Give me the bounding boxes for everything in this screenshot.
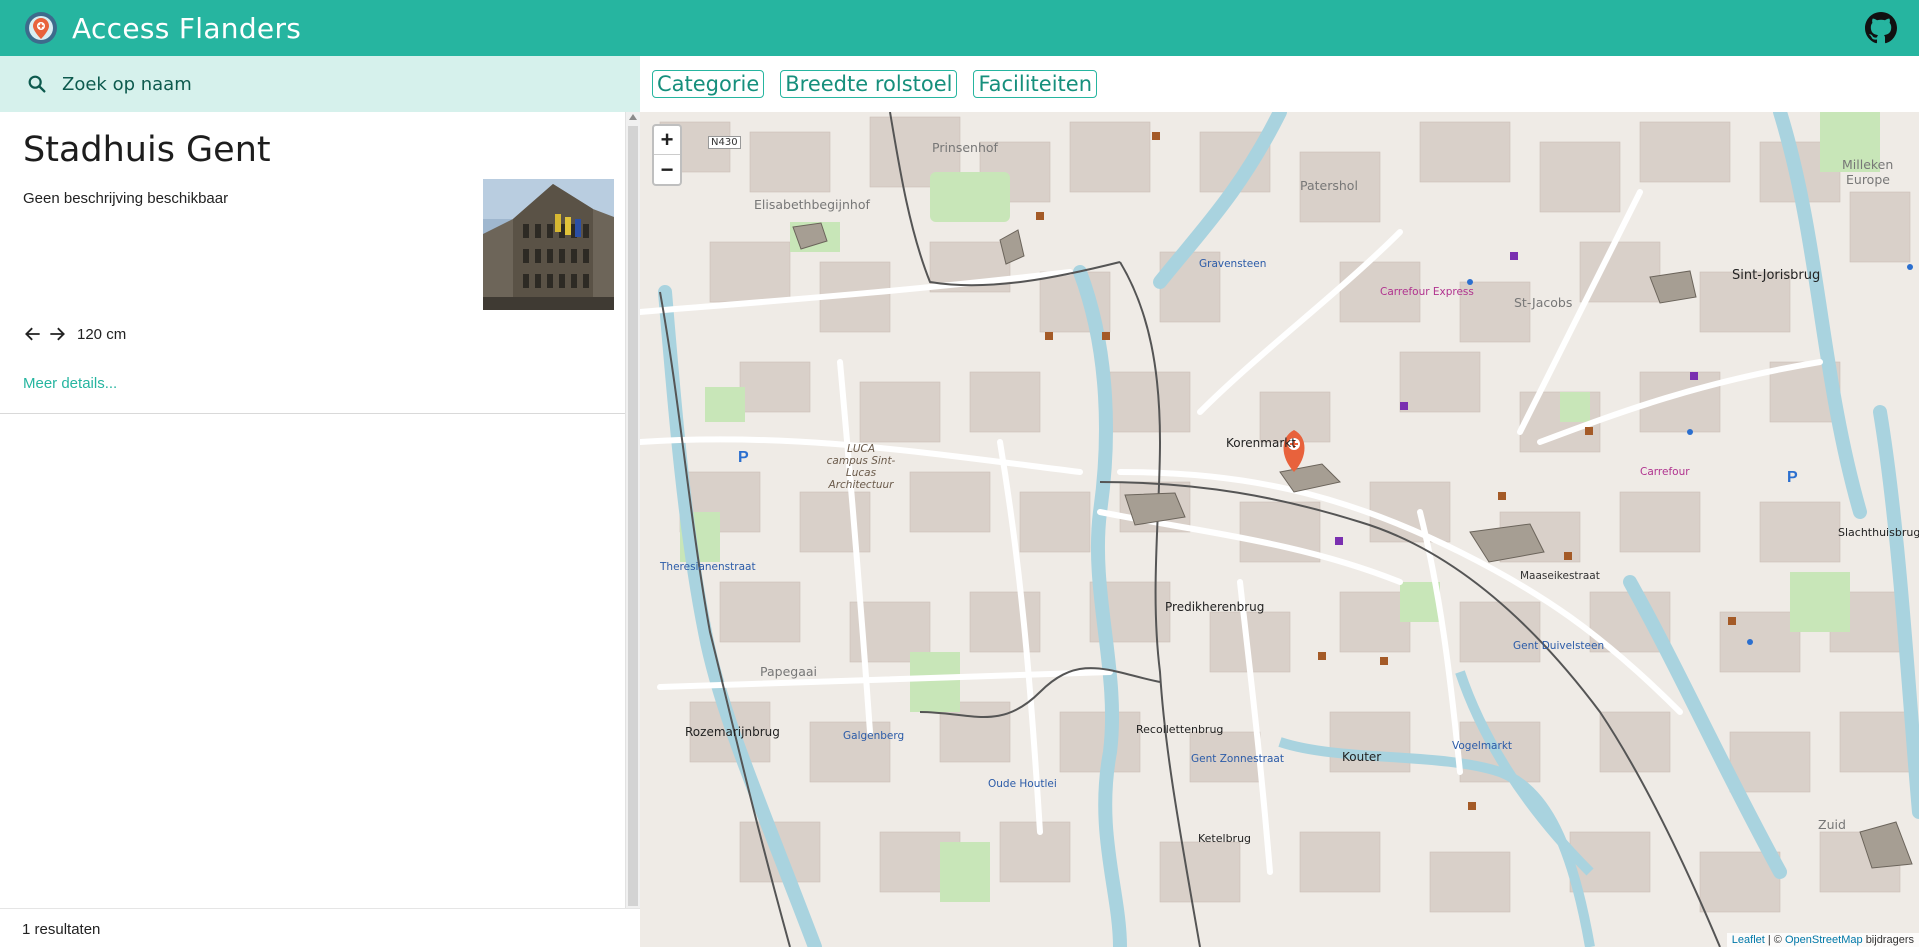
map-label: Patershol: [1300, 178, 1358, 193]
map-label: Prinsenhof: [932, 140, 998, 155]
app-logo-icon: [25, 12, 57, 44]
results-list: Stadhuis Gent Geen beschrijving beschikb…: [0, 112, 625, 908]
map-label: Kouter: [1342, 750, 1382, 764]
map-label: Carrefour: [1640, 466, 1690, 478]
attribution-contributors: bijdragers: [1865, 934, 1914, 946]
svg-text:P: P: [1787, 469, 1798, 486]
map-label: Milleken: [1842, 157, 1894, 172]
results-count: 1 resultaten: [0, 908, 640, 947]
map-label: Zuid: [1818, 817, 1846, 832]
map-label: Theresianenstraat: [660, 561, 756, 573]
map-label: Gravensteen: [1199, 258, 1267, 270]
map[interactable]: P P Prinsenhof Patershol Elisabethbegijn…: [640, 112, 1919, 947]
svg-text:P: P: [738, 449, 749, 466]
map-label: Recollettenbrug: [1136, 723, 1224, 736]
results-scrollbar[interactable]: [625, 112, 640, 908]
zoom-control: + −: [652, 124, 682, 186]
openstreetmap-link[interactable]: OpenStreetMap: [1785, 934, 1863, 946]
search-bar[interactable]: Zoek op naam: [0, 56, 640, 112]
result-photo: [483, 179, 614, 310]
search-input[interactable]: Zoek op naam: [62, 74, 192, 95]
arrow-left-icon: [25, 327, 40, 341]
map-label: Europe: [1846, 172, 1890, 187]
map-label: Ketelbrug: [1198, 832, 1252, 845]
filter-category-button[interactable]: Categorie: [652, 70, 765, 98]
map-label: St-Jacobs: [1514, 295, 1573, 310]
wheelchair-width-value: 120 cm: [77, 325, 127, 343]
search-icon: [28, 75, 46, 93]
map-label: Maaseikestraat: [1520, 570, 1600, 582]
map-label: Slachthuisbrug: [1838, 526, 1919, 539]
top-app-bar: Access Flanders: [0, 0, 1919, 56]
app-title: Access Flanders: [72, 11, 302, 45]
map-tiles[interactable]: P P: [640, 112, 1919, 947]
map-label: Predikherenbrug: [1165, 600, 1265, 614]
filter-bar: Categorie Breedte rolstoel Faciliteiten: [640, 56, 1919, 112]
result-title: Stadhuis Gent: [23, 130, 271, 170]
more-details-link[interactable]: Meer details...: [23, 375, 117, 392]
leaflet-link[interactable]: Leaflet: [1732, 934, 1765, 946]
zoom-out-button[interactable]: −: [654, 155, 680, 184]
map-label: LUCA campus Sint-Lucas Architectuur: [826, 443, 896, 491]
results-panel: Zoek op naam Stadhuis Gent Geen beschrij…: [0, 56, 640, 947]
map-label: Galgenberg: [843, 730, 905, 742]
map-label: Korenmarkt: [1226, 436, 1296, 450]
scrollbar-thumb[interactable]: [628, 126, 638, 906]
map-label: Gent Zonnestraat: [1191, 753, 1284, 765]
arrow-right-icon: [50, 327, 65, 341]
map-attribution: Leaflet | © OpenStreetMap bijdragers: [1726, 933, 1919, 947]
map-label: Rozemarijnbrug: [685, 725, 780, 739]
map-label: N430: [708, 136, 741, 149]
map-label: Carrefour Express: [1380, 286, 1474, 298]
github-icon[interactable]: [1865, 12, 1897, 44]
result-card[interactable]: Stadhuis Gent Geen beschrijving beschikb…: [0, 112, 625, 414]
map-label: Vogelmarkt: [1452, 740, 1513, 752]
map-label: Elisabethbegijnhof: [754, 197, 870, 212]
map-label: Sint-Jorisbrug: [1732, 268, 1821, 283]
map-label: Papegaai: [760, 664, 817, 679]
filter-wheelchair-width-button[interactable]: Breedte rolstoel: [780, 70, 958, 98]
filter-facilities-button[interactable]: Faciliteiten: [973, 70, 1098, 98]
scroll-up-icon[interactable]: [629, 114, 637, 120]
attribution-separator: | ©: [1767, 934, 1782, 946]
zoom-in-button[interactable]: +: [654, 126, 680, 155]
map-label: Oude Houtlei: [988, 778, 1057, 790]
wheelchair-width-row: 120 cm: [23, 324, 126, 344]
map-label: Gent Duivelsteen: [1513, 640, 1605, 652]
